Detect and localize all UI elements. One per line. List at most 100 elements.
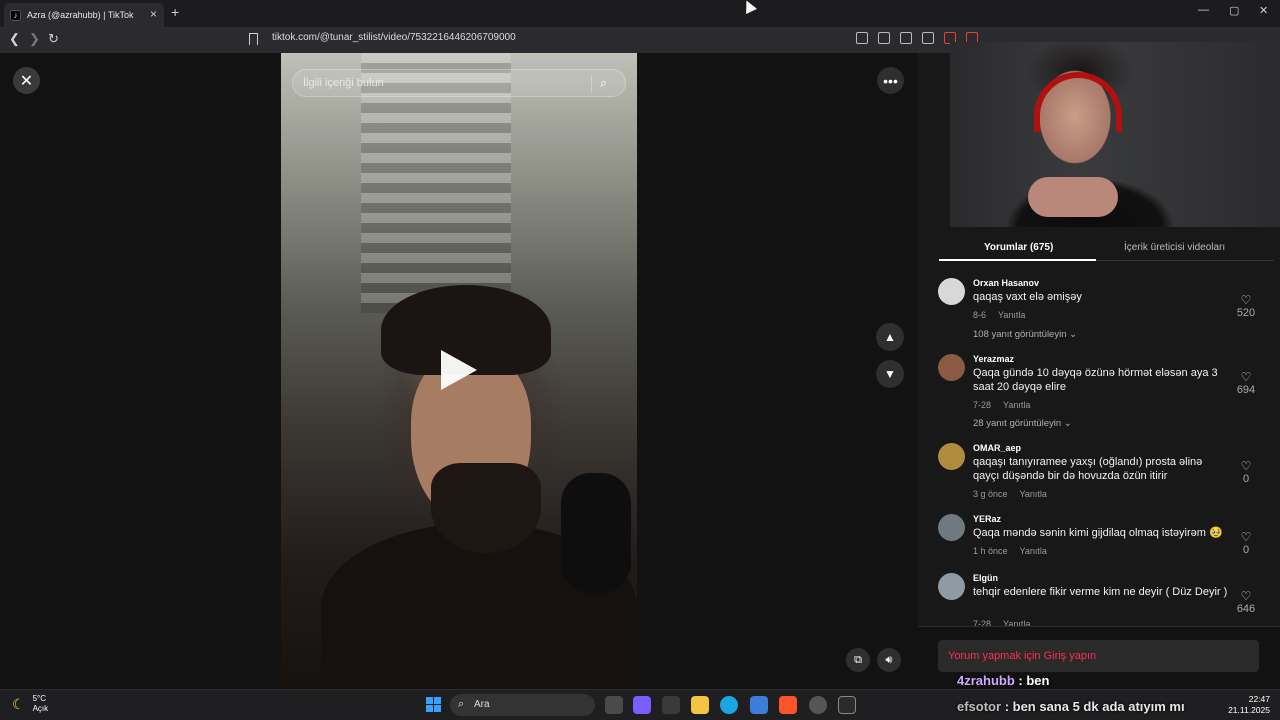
maximize-icon[interactable]: ▢ xyxy=(1229,4,1239,17)
avatar[interactable] xyxy=(938,443,965,470)
tab-creator-videos[interactable]: İçerik üreticisi videoları xyxy=(1124,242,1225,253)
tab-title: Azra (@azrahubb) | TikTok xyxy=(27,10,134,20)
search-icon: ⌕ xyxy=(458,698,465,710)
minimize-icon[interactable]: — xyxy=(1198,4,1209,16)
brave-icon[interactable] xyxy=(779,696,797,714)
comment-text: qaqaşı tanıyıramee yaxşı (oğlandı) prost… xyxy=(973,456,1203,482)
avatar[interactable] xyxy=(938,514,965,541)
view-replies-label: 28 yanıt görüntüleyin xyxy=(973,418,1062,429)
heart-icon: ♡ xyxy=(1240,530,1252,544)
like-button[interactable]: ♡ 520 xyxy=(1234,293,1258,319)
volume-icon[interactable]: 🔊︎ xyxy=(877,648,901,672)
like-count: 0 xyxy=(1242,544,1250,556)
task-view-icon[interactable] xyxy=(605,696,623,714)
comment-username[interactable]: Elgün xyxy=(973,573,998,583)
reply-button[interactable]: Yanıtla xyxy=(1020,489,1047,499)
comment-item: YERaz Qaqa məndə sənin kimi gijdilaq olm… xyxy=(938,514,1258,562)
avatar[interactable] xyxy=(938,278,965,305)
comment-item: Elgün tehqir edenlere fikir verme kim ne… xyxy=(938,573,1258,626)
like-count: 0 xyxy=(1242,473,1250,485)
reply-button[interactable]: Yanıtla xyxy=(1003,619,1030,626)
view-replies-button[interactable]: 108 yanıt görüntüleyin ⌄ xyxy=(973,329,1077,340)
play-icon[interactable] xyxy=(441,350,477,390)
heart-icon: ♡ xyxy=(1240,589,1252,603)
like-button[interactable]: ♡ 0 xyxy=(1234,530,1258,556)
system-clock[interactable]: 22:47 21.11.2025 xyxy=(1226,694,1270,716)
login-prompt-text: Yorum yapmak için Giriş yapın xyxy=(948,650,1097,662)
floating-player-button[interactable]: ⧉ xyxy=(846,648,870,672)
heart-icon: ♡ xyxy=(1240,293,1252,307)
weather-condition: Açık xyxy=(32,704,49,713)
edge-icon[interactable] xyxy=(720,696,738,714)
video-glove-hand xyxy=(561,473,631,593)
store-icon[interactable] xyxy=(750,696,768,714)
chat-message: 4zrahubb : ben xyxy=(957,673,1049,688)
bookmark-icon[interactable] xyxy=(249,33,258,45)
avatar[interactable] xyxy=(938,573,965,600)
login-to-comment-button[interactable]: Yorum yapmak için Giriş yapın xyxy=(938,640,1259,672)
reply-button[interactable]: Yanıtla xyxy=(1003,400,1030,410)
comment-username[interactable]: YERaz xyxy=(973,514,1001,524)
like-button[interactable]: ♡ 646 xyxy=(1234,589,1258,615)
comment-username[interactable]: Orxan Hasanov xyxy=(973,278,1039,288)
active-tab-indicator xyxy=(939,259,1096,261)
comment-username[interactable]: Yerazmaz xyxy=(973,354,1014,364)
reply-button[interactable]: Yanıtla xyxy=(998,310,1025,320)
taskbar-search-placeholder: Ara xyxy=(474,699,490,710)
chat-text: : ben sana 5 dk ada atıyım mı xyxy=(1004,699,1185,714)
chat-text: : ben xyxy=(1018,673,1050,688)
back-icon[interactable]: ❮ xyxy=(9,31,20,47)
heart-icon: ♡ xyxy=(1240,459,1252,473)
obs-icon[interactable] xyxy=(809,696,827,714)
like-button[interactable]: ♡ 0 xyxy=(1234,459,1258,485)
close-tab-icon[interactable]: × xyxy=(150,7,157,21)
comment-meta: 1 h önce Yanıtla xyxy=(973,546,1047,556)
reply-button[interactable]: Yanıtla xyxy=(1020,546,1047,556)
browser-tab[interactable]: ♪ Azra (@azrahubb) | TikTok × xyxy=(4,3,164,27)
window-close-icon[interactable]: ✕ xyxy=(1259,4,1268,17)
search-icon[interactable]: ⌕ xyxy=(600,75,607,91)
share-icon[interactable] xyxy=(922,32,934,44)
windows-start-icon[interactable] xyxy=(426,697,441,712)
new-tab-icon[interactable]: + xyxy=(171,4,179,20)
comment-item: OMAR_aep qaqaşı tanıyıramee yaxşı (oğlan… xyxy=(938,443,1258,503)
webcam-overlay xyxy=(950,42,1280,227)
comment-username[interactable]: OMAR_aep xyxy=(973,443,1021,453)
reload-icon[interactable]: ↻ xyxy=(48,31,59,47)
video-search-box[interactable]: İlgili içeriği bulun ⌕ xyxy=(292,69,626,97)
file-explorer-icon[interactable] xyxy=(691,696,709,714)
copilot-icon[interactable] xyxy=(633,696,651,714)
widgets-icon[interactable] xyxy=(662,696,680,714)
comment-item: Orxan Hasanov qaqaş vaxt elə əmişəy 8-6 Y… xyxy=(938,278,1258,342)
next-video-button[interactable]: ▼ xyxy=(876,360,904,388)
more-options-button[interactable]: ••• xyxy=(877,67,904,94)
view-replies-label: 108 yanıt görüntüleyin xyxy=(973,329,1067,340)
extension-icon[interactable] xyxy=(856,32,868,44)
taskbar-search[interactable]: ⌕ Ara xyxy=(450,694,595,716)
comment-text: tehqir edenlere fikir verme kim ne deyir… xyxy=(973,586,1228,598)
avatar[interactable] xyxy=(938,354,965,381)
forward-icon[interactable]: ❯ xyxy=(29,31,40,47)
clock-time: 22:47 xyxy=(1248,694,1270,704)
like-button[interactable]: ♡ 694 xyxy=(1234,370,1258,396)
weather-widget[interactable]: ☾ 5°C Açık xyxy=(12,694,48,714)
cast-icon[interactable] xyxy=(878,32,890,44)
chevron-down-icon: ⌄ xyxy=(1063,418,1072,429)
view-replies-button[interactable]: 28 yanıt görüntüleyin ⌄ xyxy=(973,418,1072,429)
translate-icon[interactable] xyxy=(900,32,912,44)
comment-date: 1 h önce xyxy=(973,546,1008,556)
video-search-placeholder: İlgili içeriği bulun xyxy=(303,77,384,89)
comment-meta: 3 g önce Yanıtla xyxy=(973,489,1047,499)
heart-icon: ♡ xyxy=(1240,370,1252,384)
chat-username: efsotor xyxy=(957,699,1002,714)
weather-text: 5°C Açık xyxy=(33,694,49,714)
close-video-button[interactable]: ✕ xyxy=(13,67,40,94)
address-bar[interactable]: tiktok.com/@tunar_stilist/video/75322164… xyxy=(272,32,516,43)
tab-comments[interactable]: Yorumlar (675) xyxy=(984,242,1053,253)
webcam-hands xyxy=(1028,177,1118,217)
previous-video-button[interactable]: ▲ xyxy=(876,323,904,351)
clock-date: 21.11.2025 xyxy=(1228,705,1270,715)
comment-text: Qaqa məndə sənin kimi gijdilaq olmaq ist… xyxy=(973,527,1223,539)
like-count: 520 xyxy=(1236,307,1256,319)
epic-games-icon[interactable] xyxy=(838,696,856,714)
